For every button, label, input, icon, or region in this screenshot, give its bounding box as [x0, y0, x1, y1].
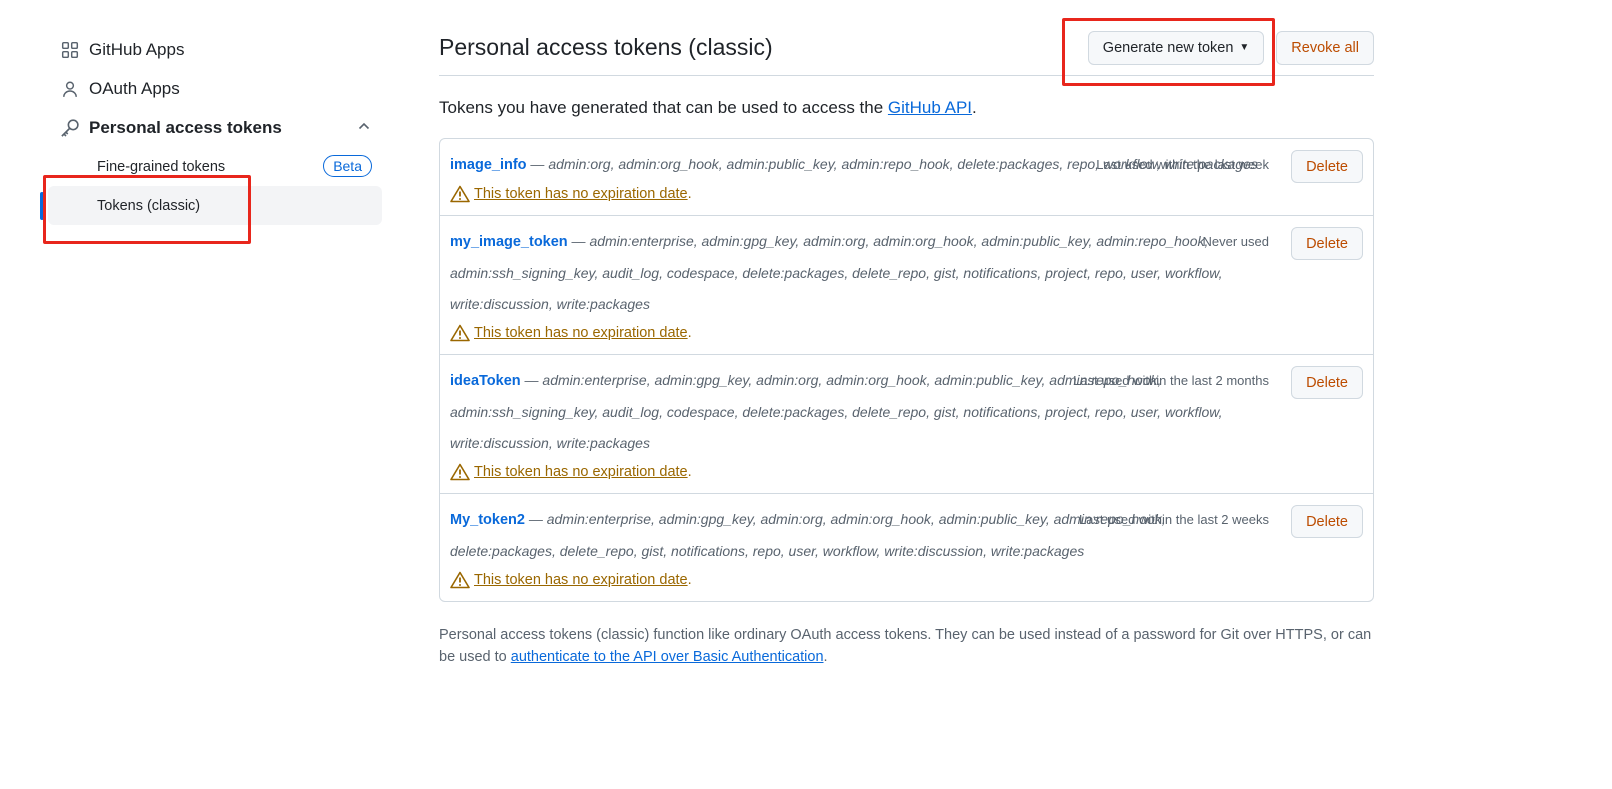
github-api-link[interactable]: GitHub API [888, 98, 972, 117]
token-last-used: Last used within the last week [1096, 157, 1269, 172]
sidebar-item-oauth-apps[interactable]: OAuth Apps [40, 69, 382, 108]
intro-text: Tokens you have generated that can be us… [439, 98, 1374, 118]
token-warning: This token has no expiration date. [450, 322, 1263, 344]
delete-token-button[interactable]: Delete [1291, 505, 1363, 538]
no-expiration-link[interactable]: This token has no expiration date [474, 569, 688, 591]
delete-token-button[interactable]: Delete [1291, 227, 1363, 260]
footer-note: Personal access tokens (classic) functio… [439, 624, 1374, 668]
delete-token-button[interactable]: Delete [1291, 366, 1363, 399]
token-row: my_image_token — admin:enterprise, admin… [440, 215, 1373, 354]
no-expiration-link[interactable]: This token has no expiration date [474, 322, 688, 344]
highlight-box-generate-button [1062, 18, 1275, 86]
token-row: My_token2 — admin:enterprise, admin:gpg_… [440, 493, 1373, 601]
alert-icon [450, 324, 470, 342]
delete-token-button[interactable]: Delete [1291, 150, 1363, 183]
token-warning: This token has no expiration date. [450, 461, 1263, 483]
main-content: Personal access tokens (classic) Generat… [439, 28, 1374, 668]
token-warning: This token has no expiration date. [450, 569, 1263, 591]
no-expiration-link[interactable]: This token has no expiration date [474, 461, 688, 483]
no-expiration-link[interactable]: This token has no expiration date [474, 183, 688, 205]
revoke-all-button[interactable]: Revoke all [1276, 30, 1374, 65]
token-name-link[interactable]: ideaToken [450, 373, 521, 389]
token-name-link[interactable]: image_info [450, 157, 527, 173]
sidebar-item-github-apps[interactable]: GitHub Apps [40, 30, 382, 69]
sidebar-item-personal-access-tokens[interactable]: Personal access tokens [40, 108, 382, 147]
chevron-up-icon[interactable] [356, 118, 372, 139]
alert-icon [450, 463, 470, 481]
sidebar-item-label: Fine-grained tokens [97, 158, 226, 175]
page-title: Personal access tokens (classic) [439, 34, 773, 60]
token-last-used: Never used [1202, 234, 1269, 249]
sidebar-item-label: GitHub Apps [89, 39, 185, 59]
token-name-link[interactable]: my_image_token [450, 234, 568, 250]
beta-badge: Beta [323, 155, 372, 177]
sidebar-item-label: OAuth Apps [89, 78, 180, 98]
apps-grid-icon [60, 40, 80, 60]
basic-auth-link[interactable]: authenticate to the API over Basic Authe… [511, 649, 824, 665]
footer-end: . [823, 649, 828, 665]
token-row: ideaToken — admin:enterprise, admin:gpg_… [440, 354, 1373, 493]
token-row: image_info — admin:org, admin:org_hook, … [440, 139, 1373, 215]
alert-icon [450, 185, 470, 203]
intro-text-body: Tokens you have generated that can be us… [439, 98, 888, 117]
token-scopes: — admin:enterprise, admin:gpg_key, admin… [450, 511, 1166, 559]
intro-text-end: . [972, 98, 977, 117]
token-last-used: Last used within the last 2 weeks [1078, 512, 1269, 527]
highlight-box-tokens-classic [43, 175, 251, 244]
alert-icon [450, 571, 470, 589]
token-last-used: Last used within the last 2 months [1073, 373, 1269, 388]
key-icon [60, 118, 80, 138]
token-name-link[interactable]: My_token2 [450, 512, 525, 528]
token-description: my_image_token — admin:enterprise, admin… [450, 226, 1263, 320]
sidebar-item-label: Personal access tokens [89, 117, 282, 137]
token-warning: This token has no expiration date. [450, 183, 1263, 205]
person-icon [60, 79, 80, 99]
token-list: image_info — admin:org, admin:org_hook, … [439, 138, 1374, 602]
